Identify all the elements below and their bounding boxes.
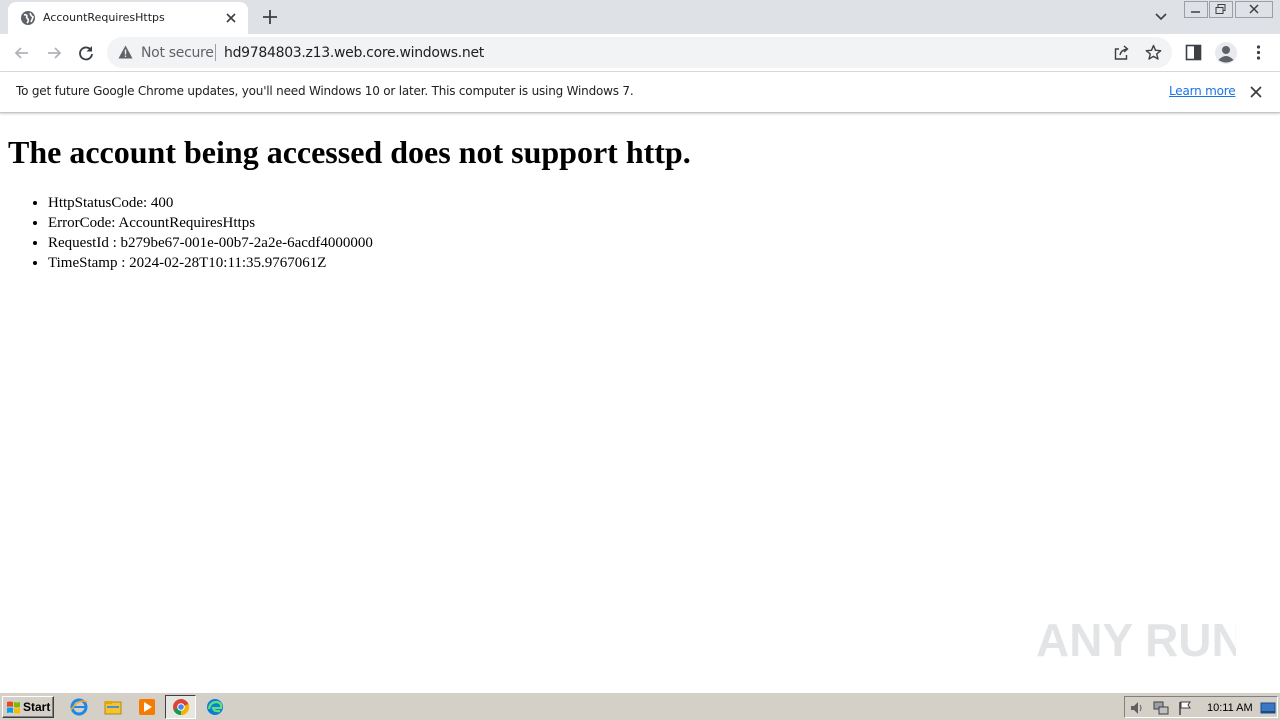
restore-window-icon[interactable]: [1209, 1, 1233, 18]
new-tab-plus-icon[interactable]: [260, 7, 280, 27]
internet-explorer-icon[interactable]: [70, 698, 88, 716]
action-center-flag-icon[interactable]: [1177, 700, 1193, 716]
list-item: RequestId : b279be67-001e-00b7-2a2e-6acd…: [48, 233, 373, 253]
start-button[interactable]: Start: [2, 696, 54, 718]
forward-arrow-icon[interactable]: [44, 43, 64, 63]
update-infobar: To get future Google Chrome updates, you…: [0, 72, 1280, 113]
system-tray: 10:11 AM: [1124, 696, 1278, 718]
infobar-message: To get future Google Chrome updates, you…: [16, 84, 634, 98]
address-separator: [215, 44, 216, 61]
network-icon[interactable]: [1153, 700, 1169, 716]
close-icon[interactable]: [224, 11, 238, 25]
windows-taskbar: Start 10:11 AM: [0, 692, 1280, 720]
list-item: TimeStamp : 2024-02-28T10:11:35.9767061Z: [48, 253, 373, 273]
speaker-icon[interactable]: [1129, 700, 1145, 716]
page-content: The account being accessed does not supp…: [0, 114, 1280, 692]
bookmark-star-icon[interactable]: [1145, 44, 1162, 61]
back-arrow-icon[interactable]: [12, 43, 32, 63]
tab-title: AccountRequiresHttps: [43, 11, 165, 24]
taskbar-clock[interactable]: 10:11 AM: [1207, 702, 1253, 714]
list-item: ErrorCode: AccountRequiresHttps: [48, 213, 373, 233]
browser-toolbar: Not secure hd9784803.z13.web.core.window…: [0, 34, 1280, 72]
media-player-icon[interactable]: [138, 698, 156, 716]
address-bar[interactable]: Not secure hd9784803.z13.web.core.window…: [107, 37, 1172, 68]
close-window-icon[interactable]: [1235, 1, 1273, 18]
page-heading: The account being accessed does not supp…: [8, 134, 691, 170]
windows-flag-icon: [7, 701, 20, 714]
watermark-text: ANY RUN: [1036, 614, 1236, 666]
reload-icon[interactable]: [76, 43, 96, 63]
tab-account-requires-https[interactable]: AccountRequiresHttps: [8, 2, 248, 34]
chrome-taskbar-button[interactable]: [165, 695, 196, 719]
edge-icon[interactable]: [206, 698, 224, 716]
close-icon[interactable]: [1249, 85, 1263, 99]
more-menu-icon[interactable]: [1250, 44, 1267, 61]
error-details-list: HttpStatusCode: 400 ErrorCode: AccountRe…: [48, 193, 373, 273]
start-label: Start: [23, 700, 51, 714]
url-text[interactable]: hd9784803.z13.web.core.windows.net: [224, 45, 484, 61]
learn-more-link[interactable]: Learn more: [1169, 84, 1236, 98]
anyrun-watermark: ANY RUN: [1036, 614, 1236, 666]
chevron-down-icon[interactable]: [1153, 9, 1169, 25]
security-status-label[interactable]: Not secure: [141, 45, 214, 61]
show-desktop-icon[interactable]: [1260, 700, 1276, 716]
minimize-window-icon[interactable]: [1184, 1, 1208, 18]
list-item: HttpStatusCode: 400: [48, 193, 373, 213]
share-icon[interactable]: [1113, 44, 1130, 61]
tab-strip: AccountRequiresHttps: [0, 0, 1280, 34]
warning-triangle-icon[interactable]: [118, 45, 133, 59]
file-explorer-icon[interactable]: [104, 698, 122, 716]
globe-icon: [21, 11, 35, 25]
chrome-icon: [173, 699, 190, 716]
profile-avatar-icon[interactable]: [1214, 41, 1238, 65]
side-panel-icon[interactable]: [1185, 44, 1202, 61]
